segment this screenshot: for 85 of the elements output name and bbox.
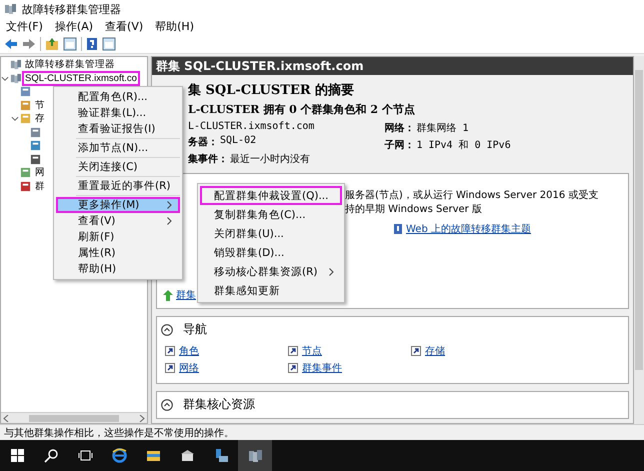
menu-item[interactable]: 操作(A) xyxy=(54,19,94,34)
detail-label: 集事件： xyxy=(188,152,228,166)
shortcut-icon xyxy=(165,363,175,373)
menu-item[interactable]: 销毁群集(D)... xyxy=(200,243,342,262)
nav-link[interactable]: 网络 xyxy=(179,361,199,375)
menu-item[interactable]: 查看验证报告(I) xyxy=(56,121,180,137)
shortcut-icon xyxy=(411,346,421,356)
description-text: 服务器(节点)，或从运行 Windows Server 2016 或受支持的早期 Windows Server 版 xyxy=(345,188,600,216)
menu-item[interactable]: 查看(V) xyxy=(105,19,144,34)
shortcut-icon xyxy=(165,346,175,356)
menu-item[interactable]: 重置最近的事件(R) xyxy=(56,178,180,194)
help-link[interactable]: Web 上的故障转移群集主题 xyxy=(406,222,531,236)
nav-link[interactable]: 群集事件 xyxy=(302,361,342,375)
server-icon xyxy=(214,448,228,463)
node-icon xyxy=(30,126,41,138)
up-arrow-icon xyxy=(163,290,173,300)
cluster-icon xyxy=(4,3,17,16)
collapse-icon[interactable] xyxy=(161,398,173,410)
node-icon xyxy=(30,154,41,165)
help-icon[interactable] xyxy=(86,36,98,50)
menu-item[interactable]: 关闭群集(U)... xyxy=(200,224,342,243)
chevron-down-icon[interactable] xyxy=(11,114,19,124)
action-link[interactable]: 群集 xyxy=(176,288,196,302)
menu-item[interactable]: 更多操作(M) xyxy=(56,197,180,213)
detail-label: 网络： xyxy=(384,122,414,135)
menu-item[interactable]: 刷新(F) xyxy=(56,229,180,245)
folder-up-icon[interactable] xyxy=(45,36,59,50)
section-title: 导航 xyxy=(183,321,207,338)
cluster-icon xyxy=(10,59,21,70)
node-icon xyxy=(30,140,41,152)
node-icon xyxy=(20,113,31,124)
detail-value: 1 IPv4 和 0 IPv6 xyxy=(416,138,511,152)
shortcut-icon xyxy=(288,363,298,373)
nav-link[interactable]: 节点 xyxy=(302,344,322,358)
menu-item[interactable]: 复制群集角色(C)... xyxy=(200,205,342,224)
cluster-icon xyxy=(10,72,21,84)
menu-item[interactable]: 帮助(H) xyxy=(56,261,180,277)
node-icon xyxy=(20,86,31,98)
start-icon xyxy=(10,448,24,463)
summary-title: 集 SQL-CLUSTER 的摘要 xyxy=(188,82,356,99)
menu-item[interactable]: 文件(F) xyxy=(6,19,43,34)
search-icon xyxy=(44,448,58,463)
scrollbar-thumb[interactable] xyxy=(635,70,643,370)
menu-item[interactable]: 配置群集仲裁设置(Q)... xyxy=(200,186,342,205)
status-text: 与其他群集操作相比，这些操作是不常使用的操作。 xyxy=(4,426,234,440)
folder-icon xyxy=(146,448,160,463)
forward-arrow-icon[interactable] xyxy=(22,38,36,50)
detail-value: 最近一小时内没有 xyxy=(230,152,310,166)
node-icon xyxy=(20,180,31,192)
scroll-left-icon[interactable] xyxy=(3,414,9,422)
detail-value: L-CLUSTER.ixmsoft.com xyxy=(188,121,314,132)
cluster-icon xyxy=(248,448,262,463)
detail-value: 群集网络 1 xyxy=(416,122,468,135)
nav-link[interactable]: 角色 xyxy=(179,344,199,358)
scroll-right-icon[interactable] xyxy=(139,414,145,422)
menu-item[interactable]: 移动核心群集资源(R) xyxy=(200,262,342,281)
collapse-icon[interactable] xyxy=(161,324,173,336)
node-icon xyxy=(20,167,31,178)
menu-item[interactable]: 验证群集(L)... xyxy=(56,105,180,121)
back-arrow-icon[interactable] xyxy=(4,38,18,50)
scrollbar-thumb[interactable] xyxy=(29,414,119,422)
menu-item[interactable]: 帮助(H) xyxy=(155,19,194,34)
menu-item[interactable]: 群集感知更新 xyxy=(200,281,342,300)
menu-item[interactable]: 配置角色(R)... xyxy=(56,89,180,105)
node-icon xyxy=(20,100,31,111)
section-title: 群集核心资源 xyxy=(183,396,255,413)
tree-item[interactable]: 故障转移群集管理器 xyxy=(22,57,118,74)
tree-item[interactable]: SQL-CLUSTER.ixmsoft.co xyxy=(22,70,140,86)
detail-label: 务器： xyxy=(188,136,218,149)
pane-icon[interactable] xyxy=(63,36,77,50)
detail-value: SQL-02 xyxy=(220,135,256,148)
shortcut-icon xyxy=(288,346,298,356)
menu-item[interactable]: 查看(V) xyxy=(56,213,180,229)
pane-icon[interactable] xyxy=(102,36,116,50)
help-book-icon xyxy=(393,223,403,235)
menu-item[interactable]: 属性(R) xyxy=(56,245,180,261)
menu-item[interactable]: 关闭连接(C) xyxy=(56,159,180,175)
browser-icon xyxy=(112,448,126,463)
content-header: 群集 SQL-CLUSTER.ixmsoft.com xyxy=(152,57,633,75)
summary-subtitle: L-CLUSTER 拥有 0 个群集角色和 2 个节点 xyxy=(188,102,416,117)
detail-label: 子网： xyxy=(384,138,414,152)
nav-link[interactable]: 存储 xyxy=(425,344,445,358)
menu-item[interactable]: 添加节点(N)... xyxy=(56,140,180,156)
task-view-icon xyxy=(78,448,92,463)
window-title: 故障转移群集管理器 xyxy=(22,2,121,17)
